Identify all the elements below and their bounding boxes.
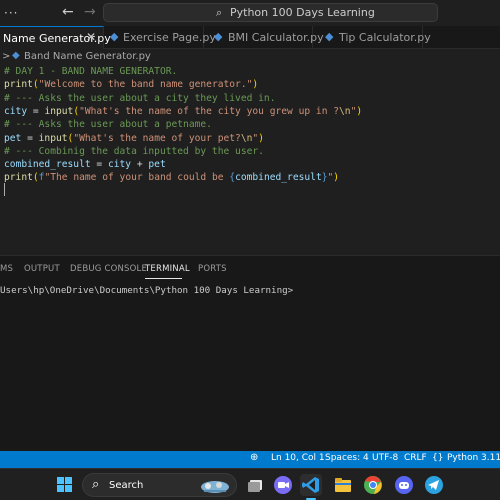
tab-terminal[interactable]: TERMINAL (145, 264, 190, 274)
task-view-icon[interactable] (245, 474, 267, 496)
python-file-icon: ◆ (214, 30, 223, 43)
code-line[interactable]: print("Welcome to the band name generato… (4, 78, 258, 91)
tab-tip-calculator[interactable]: ◆ Tip Calculator.py (313, 26, 431, 49)
code-token: input (44, 105, 74, 117)
forward-arrow-icon[interactable]: → (84, 4, 96, 20)
tab-output[interactable]: OUTPUT (24, 264, 60, 274)
text-cursor (4, 183, 5, 196)
code-token: combined_result (235, 172, 322, 184)
tab-ports[interactable]: PORTS (198, 264, 227, 274)
code-token: print (4, 172, 33, 184)
code-editor[interactable]: # DAY 1 - BAND NAME GENERATOR. print("Wel… (0, 65, 500, 255)
code-line[interactable]: # --- Asks the user about a petname. (4, 118, 212, 131)
code-token: "Welcome to the band name generator." (38, 79, 253, 91)
back-arrow-icon[interactable]: ← (62, 4, 74, 20)
code-line[interactable]: # --- Combinig the data inputted by the … (4, 145, 264, 158)
code-token: "What's the name of your pet? (73, 132, 241, 144)
python-file-icon: ◆ (325, 30, 334, 43)
code-token: print (4, 79, 33, 91)
tab-problems[interactable]: MS (0, 264, 13, 274)
active-tab-indicator (145, 278, 182, 279)
code-token: # --- Asks the user about a city they li… (4, 92, 276, 104)
vscode-app-icon[interactable] (300, 474, 322, 496)
editor-tab-bar: Name Generator.py ✕ ◆ Exercise Page.py ◆… (0, 26, 500, 49)
tab-label: Tip Calculator.py (339, 31, 431, 44)
python-file-icon: ◆ (12, 50, 20, 61)
code-token: city (4, 105, 28, 117)
code-token: city (107, 159, 132, 171)
search-highlight-icon (201, 481, 229, 493)
discord-icon[interactable] (393, 474, 415, 496)
indentation[interactable]: Spaces: 4 (325, 453, 369, 463)
line-endings[interactable]: CRLF (404, 453, 427, 463)
telegram-icon[interactable] (423, 474, 445, 496)
code-token: ) (258, 132, 264, 144)
code-token: "What's the name of the city you grew up… (79, 105, 340, 117)
status-bar: ⊕ Ln 10, Col 1 Spaces: 4 UTF-8 CRLF {} P… (0, 451, 500, 468)
code-line[interactable]: pet = input("What's the name of your pet… (4, 132, 264, 145)
terminal-prompt[interactable]: Users\hp\OneDrive\Documents\Python 100 D… (0, 285, 293, 296)
code-token: ) (356, 105, 363, 117)
code-token: pet (4, 132, 22, 144)
taskbar-search-box[interactable]: ⌕ Search (82, 473, 237, 497)
zoom-icon[interactable]: ⊕ (250, 452, 258, 463)
code-token: combined_result (4, 159, 91, 171)
code-token: pet (148, 159, 166, 171)
chevron-right-icon: > (2, 51, 11, 62)
search-label: Search (109, 480, 144, 491)
code-token: \n (240, 132, 253, 144)
code-token: = (27, 105, 45, 117)
tab-label: BMI Calculator.py (228, 31, 324, 44)
code-token: + (131, 159, 149, 171)
zoom-app-icon[interactable] (272, 474, 294, 496)
close-tab-icon[interactable]: ✕ (86, 30, 96, 44)
search-icon: ⌕ (216, 6, 223, 19)
code-token: input (38, 132, 68, 144)
code-token: # --- Asks the user about a petname. (4, 119, 212, 131)
file-explorer-icon[interactable] (332, 474, 354, 496)
python-file-icon: ◆ (110, 30, 119, 43)
language-mode[interactable]: Python (447, 453, 478, 463)
file-encoding[interactable]: UTF-8 (372, 453, 398, 463)
workspace-name: Python 100 Days Learning (230, 6, 375, 19)
windows-taskbar: ⌕ Search (0, 468, 500, 500)
tab-exercise-page[interactable]: ◆ Exercise Page.py (104, 26, 216, 49)
braces-icon[interactable]: {} (432, 453, 443, 463)
code-token: # DAY 1 - BAND NAME GENERATOR. (4, 66, 178, 77)
code-token: = (21, 132, 39, 144)
chrome-icon[interactable] (362, 474, 384, 496)
tab-bmi-calculator[interactable]: ◆ BMI Calculator.py (204, 26, 324, 49)
breadcrumb-file[interactable]: Band Name Generator.py (24, 51, 151, 62)
tab-label: Exercise Page.py (123, 31, 216, 44)
breadcrumb: > ◆ Band Name Generator.py (0, 49, 500, 65)
code-line[interactable]: print(f"The name of your band could be {… (4, 171, 339, 184)
command-center-search[interactable]: ⌕ Python 100 Days Learning (103, 3, 438, 22)
code-line[interactable]: combined_result = city + pet (4, 158, 166, 171)
code-line[interactable]: city = input("What's the name of the cit… (4, 105, 362, 118)
code-line[interactable]: # DAY 1 - BAND NAME GENERATOR. (4, 65, 177, 78)
tab-band-name-generator[interactable]: Name Generator.py ✕ (0, 26, 111, 49)
code-line[interactable]: # --- Asks the user about a city they li… (4, 92, 275, 105)
bottom-panel: MS OUTPUT DEBUG CONSOLE TERMINAL PORTS U… (0, 255, 500, 451)
code-token: ) (333, 172, 340, 184)
code-token: # --- Combinig the data inputted by the … (4, 145, 264, 157)
windows-start-icon[interactable] (57, 477, 72, 492)
code-token: \n (339, 105, 351, 117)
search-icon: ⌕ (92, 477, 100, 492)
code-token: ) (252, 79, 259, 91)
tab-debug-console[interactable]: DEBUG CONSOLE (70, 264, 147, 274)
title-bar: ··· ← → ⌕ Python 100 Days Learning (0, 0, 500, 26)
code-token: "The name of your band could be (44, 172, 230, 184)
python-version[interactable]: 3.11. (481, 453, 500, 463)
code-token: = (90, 159, 108, 171)
cursor-position[interactable]: Ln 10, Col 1 (271, 453, 325, 463)
menu-overflow-icon[interactable]: ··· (4, 6, 18, 20)
